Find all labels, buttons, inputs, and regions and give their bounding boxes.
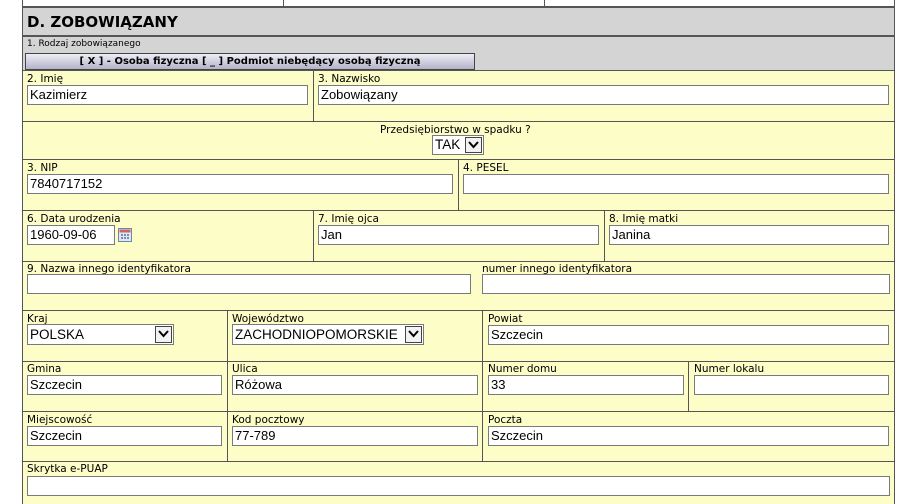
przedsiebiorstwo-value: TAK [435, 137, 461, 152]
nazwa-identyfikatora-input[interactable] [27, 274, 471, 294]
nazwisko-cell: 3. Nazwisko Zobowiązany [313, 70, 895, 122]
imie-matki-label: 8. Imię matki [609, 213, 679, 225]
ulica-cell: Ulica Różowa [227, 361, 483, 412]
miejscowosc-label: Miejscowość [27, 414, 93, 426]
wojewodztwo-value: ZACHODNIOPOMORSKIE [235, 327, 398, 342]
imie-input[interactable]: Kazimierz [27, 85, 308, 105]
skrytka-cell: Skrytka e-PUAP [22, 461, 895, 504]
imie-ojca-input[interactable]: Jan [318, 225, 599, 245]
imie-ojca-cell: 7. Imię ojca Jan [313, 210, 605, 262]
nazwisko-input[interactable]: Zobowiązany [318, 85, 889, 105]
pesel-cell: 4. PESEL [458, 159, 895, 211]
poczta-input[interactable]: Szczecin [488, 426, 889, 446]
kod-pocztowy-label: Kod pocztowy [232, 414, 305, 426]
numer-lokalu-label: Numer lokalu [694, 363, 765, 375]
skrytka-input[interactable] [27, 476, 890, 496]
numer-identyfikatora-input[interactable] [482, 274, 890, 294]
numer-lokalu-cell: Numer lokalu [688, 361, 895, 412]
chevron-down-icon[interactable] [405, 326, 422, 343]
przedsiebiorstwo-select[interactable]: TAK [432, 135, 484, 155]
calendar-icon[interactable] [118, 228, 132, 242]
imie-label: 2. Imię [27, 73, 64, 85]
nip-input[interactable]: 7840717152 [27, 174, 453, 194]
numer-domu-label: Numer domu [488, 363, 557, 375]
ulica-input[interactable]: Różowa [232, 375, 478, 395]
chevron-down-icon[interactable] [465, 137, 482, 153]
imie-cell: 2. Imię Kazimierz [22, 70, 314, 122]
numer-domu-input[interactable]: 33 [488, 375, 684, 395]
nazwisko-label: 3. Nazwisko [318, 73, 381, 85]
chevron-down-icon[interactable] [155, 326, 172, 343]
numer-lokalu-input[interactable] [694, 375, 889, 395]
przedsiebiorstwo-cell: Przedsiębiorstwo w spadku ? TAK [22, 121, 895, 160]
previous-section-strip [22, 0, 895, 7]
kraj-select[interactable]: POLSKA [27, 324, 174, 345]
miejscowosc-input[interactable]: Szczecin [27, 426, 222, 446]
data-urodzenia-input[interactable]: 1960-09-06 [27, 225, 115, 245]
rodzaj-row: 1. Rodzaj zobowiązanego [ X ] - Osoba fi… [22, 36, 895, 71]
gmina-input[interactable]: Szczecin [27, 375, 222, 395]
numer-domu-cell: Numer domu 33 [482, 361, 689, 412]
ulica-label: Ulica [232, 363, 258, 375]
kraj-value: POLSKA [30, 327, 85, 342]
rodzaj-label: 1. Rodzaj zobowiązanego [27, 39, 141, 49]
data-urodzenia-label: 6. Data urodzenia [27, 213, 121, 225]
identyfikator-cell: 9. Nazwa innego identyfikatora numer inn… [22, 261, 895, 311]
pesel-input[interactable] [463, 174, 889, 194]
section-header: D. ZOBOWIĄZANY [22, 7, 895, 36]
powiat-cell: Powiat Szczecin [482, 310, 895, 362]
data-urodzenia-cell: 6. Data urodzenia 1960-09-06 [22, 210, 314, 262]
kraj-cell: Kraj POLSKA [22, 310, 228, 362]
imie-matki-input[interactable]: Janina [609, 225, 889, 245]
gmina-label: Gmina [27, 363, 62, 375]
powiat-input[interactable]: Szczecin [488, 325, 889, 345]
section-title: D. ZOBOWIĄZANY [27, 13, 178, 31]
strip-divider [544, 0, 545, 7]
poczta-label: Poczta [488, 414, 523, 426]
wojewodztwo-cell: Województwo ZACHODNIOPOMORSKIE [227, 310, 483, 362]
pesel-label: 4. PESEL [463, 162, 509, 174]
strip-divider [283, 0, 284, 7]
imie-ojca-label: 7. Imię ojca [318, 213, 379, 225]
miejscowosc-cell: Miejscowość Szczecin [22, 411, 228, 462]
skrytka-label: Skrytka e-PUAP [27, 463, 108, 475]
rodzaj-toggle-button[interactable]: [ X ] - Osoba fizyczna [ _ ] Podmiot nie… [25, 53, 475, 70]
kod-pocztowy-cell: Kod pocztowy 77-789 [227, 411, 483, 462]
imie-matki-cell: 8. Imię matki Janina [604, 210, 895, 262]
kod-pocztowy-input[interactable]: 77-789 [232, 426, 478, 446]
wojewodztwo-select[interactable]: ZACHODNIOPOMORSKIE [232, 324, 424, 345]
nip-cell: 3. NIP 7840717152 [22, 159, 459, 211]
poczta-cell: Poczta Szczecin [482, 411, 895, 462]
nip-label: 3. NIP [27, 162, 58, 174]
powiat-label: Powiat [488, 313, 523, 325]
gmina-cell: Gmina Szczecin [22, 361, 228, 412]
